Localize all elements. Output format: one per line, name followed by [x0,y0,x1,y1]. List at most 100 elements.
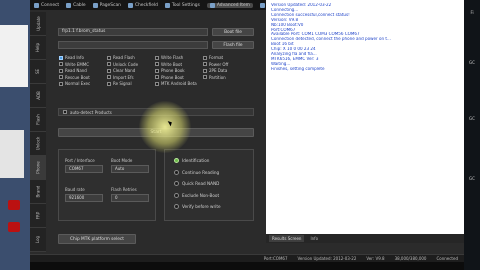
autodetect-row[interactable]: auto-detect Products [58,108,254,116]
checkbox-icon[interactable] [107,81,111,86]
option-checkbox[interactable]: Unlock Code [107,62,155,67]
log-tab[interactable]: Results Screen [269,235,305,242]
checkbox-icon[interactable] [203,62,207,67]
checkbox-icon[interactable] [107,62,111,67]
option-checkbox[interactable]: Read Info [59,55,107,60]
operation-option[interactable]: Identification [174,155,253,167]
option-label: Phone Book [161,68,185,74]
operation-option[interactable]: Quick Read NAND [174,178,253,190]
checkbox-icon[interactable] [59,81,63,86]
option-checkbox[interactable]: Write Boot [155,62,203,67]
option-checkbox[interactable]: Phone Boot [155,75,203,80]
mode-label: Boot Mode [111,158,133,163]
vtab-1[interactable]: Help [30,36,46,60]
desktop-window-fragment-2 [0,130,24,178]
log-tab[interactable]: Info [310,236,318,241]
vtab-5[interactable]: Unlock [30,132,46,156]
option-checkbox[interactable]: Phone Book [155,68,203,73]
checkbox-icon[interactable] [203,68,207,73]
option-checkbox[interactable]: Import Efs [107,75,155,80]
radio-icon[interactable] [174,192,179,198]
checkbox-icon[interactable] [59,75,63,80]
toolbar-tool-settings[interactable]: Tool Settings [164,2,200,8]
operation-label: Quick Read NAND [182,181,220,187]
option-label: Format [209,55,224,60]
retries-label: Flash Retries [111,187,137,192]
toolbar-pagescan[interactable]: PageScan [92,2,121,8]
checkbox-icon[interactable] [155,62,159,67]
checkbox-icon[interactable] [59,68,63,73]
option-checkbox[interactable]: Power Off [203,62,251,67]
checkbox-icon[interactable] [155,55,159,60]
checkbox-icon[interactable] [203,55,207,60]
autodetect-checkbox[interactable] [63,110,67,114]
options-checkbox-grid: Read Info Read Flash Write Flash Format Writ… [59,55,251,86]
status-port: Port:COM67 [263,256,288,261]
checkbox-icon[interactable] [155,75,159,80]
platform-select-button[interactable]: Chip MTK platform select [58,234,136,244]
main-panel: frp1.1 f.brom_status Boot file Flash fil… [46,12,262,262]
operation-option[interactable]: Exclude Non-Boot [174,190,253,202]
option-label: Rescue Boot [65,74,90,80]
toolbar-cable[interactable]: Cable [66,2,86,8]
vtab-6[interactable]: Phone [30,156,46,180]
option-checkbox[interactable]: Clear Nand [107,68,155,73]
operation-option[interactable]: Verify before write [174,201,253,213]
operation-label: Exclude Non-Boot [182,192,220,198]
retries-input[interactable]: 0 [111,194,149,202]
flash-file-button[interactable]: Flash file [212,41,254,49]
option-checkbox[interactable]: Write Flash [155,55,203,60]
toolbar-advanced-item[interactable]: Advanced Item [206,2,253,8]
status-ver: Ver: V9.8 [366,256,385,261]
connection-settings: Port / Interface COM67 Boot Mode Auto Ba… [58,149,156,221]
option-checkbox[interactable]: Format [203,55,251,60]
option-checkbox[interactable]: Read Flash [107,55,155,60]
radio-icon[interactable] [174,158,179,164]
port-select[interactable]: COM67 [65,165,103,173]
start-button[interactable]: Start [58,128,254,137]
vtab-0[interactable]: Update [30,12,46,36]
log-panel: Version Updated: 2012-03-22 Connecting...… [266,0,464,234]
vtab-7[interactable]: Brand [30,180,46,204]
checkbox-icon[interactable] [107,75,111,80]
toolbar-connect[interactable]: Connect [34,2,59,8]
checkbox-icon[interactable] [203,75,207,80]
option-label: Read Info [65,55,84,60]
boot-file-input[interactable]: frp1.1 f.brom_status [58,28,208,36]
desktop-label-1: Fi [470,10,474,15]
option-checkbox[interactable]: Re Signal [107,81,155,86]
checkbox-icon[interactable] [107,55,111,60]
option-checkbox[interactable]: 2PE Data [203,68,251,73]
option-checkbox[interactable]: Normal Exec [59,81,107,86]
flash-file-input[interactable] [58,41,208,49]
option-checkbox[interactable]: Write EMMC [59,62,107,67]
boot-file-row: frp1.1 f.brom_status Boot file [58,28,254,36]
baud-label: Baud rate [65,187,85,192]
desktop-app-icon[interactable] [8,200,20,210]
checkbox-icon[interactable] [155,81,159,86]
baud-select[interactable]: 921600 [65,194,103,202]
radio-icon[interactable] [174,181,179,187]
checkbox-icon[interactable] [155,68,159,73]
option-checkbox[interactable]: Read Nand [59,68,107,73]
option-checkbox[interactable]: Partition [203,75,251,80]
vtab-8[interactable]: FRP [30,204,46,228]
vtab-3[interactable]: ADB [30,84,46,108]
checkbox-icon[interactable] [59,55,63,60]
option-label: Partition [209,74,226,80]
vtab-9[interactable]: Log [30,228,46,252]
vtab-2[interactable]: SE [30,60,46,84]
option-checkbox[interactable]: Rescue Boot [59,75,107,80]
option-label: Clear Nand [113,68,136,74]
mode-select[interactable]: Auto [111,165,149,173]
vtab-4[interactable]: Flash [30,108,46,132]
radio-icon[interactable] [174,169,179,175]
radio-icon[interactable] [174,204,179,210]
toolbar-checkfield[interactable]: Checkfield [127,2,158,8]
option-checkbox[interactable]: MTK Android Beta [155,81,203,86]
boot-file-button[interactable]: Boot file [212,28,254,36]
checkbox-icon[interactable] [59,62,63,67]
operation-option[interactable]: Continue Reading [174,167,253,179]
desktop-app-icon-2[interactable] [8,222,20,232]
checkbox-icon[interactable] [107,68,111,73]
